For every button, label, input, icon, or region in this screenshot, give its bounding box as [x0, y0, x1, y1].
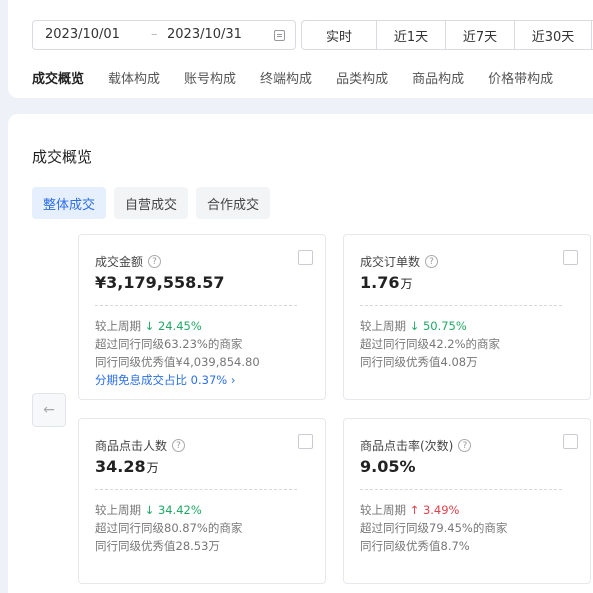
- metric-label-wrap: 成交订单数 ?: [360, 253, 439, 270]
- metric-label: 商品点击人数: [95, 439, 168, 453]
- installment-ratio-link[interactable]: 分期免息成交占比 0.37% ›: [95, 371, 260, 389]
- arrow-down-icon: ↓: [409, 319, 420, 333]
- metric-details: 较上周期 ↓ 50.75% 超过同行同级42.2%的商家 同行同级优秀值4.08…: [360, 317, 500, 371]
- tab-terminal[interactable]: 终端构成: [260, 68, 312, 87]
- metric-number: 1.76: [360, 273, 400, 292]
- help-icon[interactable]: ?: [425, 255, 439, 268]
- subtab-self-operated[interactable]: 自营成交: [114, 187, 189, 219]
- compare-label: 较上周期: [95, 503, 141, 517]
- compare-label: 较上周期: [95, 319, 141, 333]
- metric-details: 较上周期 ↓ 24.45% 超过同行同级63.23%的商家 同行同级优秀值¥4,…: [95, 317, 260, 389]
- compare-label: 较上周期: [360, 503, 406, 517]
- metric-details: 较上周期 ↑ 3.49% 超过同行同级79.45%的商家 同行同级优秀值8.7%: [360, 501, 507, 555]
- metric-card-orders: 成交订单数 ? 1.76万 较上周期 ↓ 50.75% 超过同行同级42.2%的…: [343, 234, 591, 400]
- metric-label-wrap: 商品点击率(次数) ?: [360, 437, 472, 454]
- metric-number: 9.05%: [360, 457, 416, 476]
- help-icon[interactable]: ?: [148, 255, 162, 268]
- subtab-overall[interactable]: 整体成交: [32, 187, 107, 219]
- divider: [95, 489, 297, 490]
- compare-value: 3.49%: [422, 503, 460, 517]
- range-realtime-button[interactable]: 实时: [301, 20, 377, 50]
- metric-label: 成交订单数: [360, 255, 421, 269]
- metric-number: 34.28: [95, 457, 146, 476]
- exceed-text: 超过同行同级42.2%的商家: [360, 337, 501, 351]
- range-7day-button[interactable]: 近7天: [445, 20, 515, 50]
- metric-details: 较上周期 ↓ 34.42% 超过同行同级80.87%的商家 同行同级优秀值28.…: [95, 501, 242, 555]
- metric-card-click-rate: 商品点击率(次数) ? 9.05% 较上周期 ↑ 3.49% 超过同行同级79.…: [343, 418, 591, 584]
- exceed-text: 超过同行同级79.45%的商家: [360, 521, 508, 535]
- tab-category[interactable]: 品类构成: [336, 68, 388, 87]
- metric-card-click-users: 商品点击人数 ? 34.28万 较上周期 ↓ 34.42% 超过同行同级80.8…: [78, 418, 326, 584]
- help-icon[interactable]: ?: [458, 439, 472, 452]
- excellent-text: 同行同级优秀值28.53万: [95, 539, 220, 553]
- metric-unit: 万: [400, 277, 413, 291]
- metric-value: 1.76万: [360, 273, 413, 292]
- compare-value: 24.45%: [157, 319, 202, 333]
- tab-account[interactable]: 账号构成: [184, 68, 236, 87]
- metric-checkbox[interactable]: [563, 434, 578, 449]
- metric-card-gmv: 成交金额 ? ¥3,179,558.57 较上周期 ↓ 24.45% 超过同行同…: [78, 234, 326, 400]
- tab-carrier[interactable]: 载体构成: [108, 68, 160, 87]
- compare-line: 较上周期 ↓ 24.45%: [95, 317, 260, 335]
- section-title: 成交概览: [32, 148, 93, 166]
- overview-panel: 成交概览 整体成交 自营成交 合作成交 ← 成交金额 ? ¥3,179,558.…: [8, 114, 593, 593]
- deal-type-tabs: 整体成交 自营成交 合作成交: [32, 187, 278, 219]
- arrow-left-icon: ←: [43, 402, 55, 418]
- divider: [95, 305, 297, 306]
- range-1day-button[interactable]: 近1天: [376, 20, 446, 50]
- excellent-text: 同行同级优秀值4.08万: [360, 355, 478, 369]
- date-separator: –: [151, 27, 158, 42]
- metric-value: 34.28万: [95, 457, 159, 476]
- compare-label: 较上周期: [360, 319, 406, 333]
- metric-unit: 万: [146, 461, 159, 475]
- metric-label: 成交金额: [95, 255, 144, 269]
- arrow-up-icon: ↑: [409, 503, 420, 517]
- analysis-tabs: 成交概览 载体构成 账号构成 终端构成 品类构成 商品构成 价格带构成: [32, 68, 577, 87]
- metric-label: 商品点击率(次数): [360, 439, 454, 453]
- metric-number: ¥3,179,558.57: [95, 273, 225, 292]
- excellent-text: 同行同级优秀值8.7%: [360, 539, 470, 553]
- excellent-text: 同行同级优秀值¥4,039,854.80: [95, 355, 260, 369]
- date-end[interactable]: 2023/10/31: [167, 27, 242, 42]
- metric-checkbox[interactable]: [563, 250, 578, 265]
- tab-price-band[interactable]: 价格带构成: [488, 68, 553, 87]
- calendar-icon[interactable]: [274, 30, 285, 41]
- tab-overview[interactable]: 成交概览: [32, 68, 84, 87]
- metric-value: 9.05%: [360, 457, 417, 476]
- metric-value: ¥3,179,558.57: [95, 273, 226, 292]
- metric-label-wrap: 成交金额 ?: [95, 253, 162, 270]
- divider: [360, 489, 562, 490]
- subtab-cooperative[interactable]: 合作成交: [196, 187, 271, 219]
- exceed-text: 超过同行同级63.23%的商家: [95, 337, 243, 351]
- compare-line: 较上周期 ↓ 34.42%: [95, 501, 242, 519]
- date-range-picker[interactable]: 2023/10/01 – 2023/10/31: [32, 20, 296, 50]
- help-icon[interactable]: ?: [172, 439, 186, 452]
- compare-line: 较上周期 ↓ 50.75%: [360, 317, 500, 335]
- compare-value: 34.42%: [157, 503, 202, 517]
- compare-value: 50.75%: [422, 319, 467, 333]
- prev-page-button[interactable]: ←: [32, 393, 66, 427]
- metric-label-wrap: 商品点击人数 ?: [95, 437, 186, 454]
- divider: [360, 305, 562, 306]
- metric-checkbox[interactable]: [298, 434, 313, 449]
- metric-checkbox[interactable]: [298, 250, 313, 265]
- arrow-down-icon: ↓: [144, 503, 155, 517]
- quick-range-group: 实时 近1天 近7天 近30天: [301, 20, 593, 50]
- tab-product[interactable]: 商品构成: [412, 68, 464, 87]
- date-start[interactable]: 2023/10/01: [45, 27, 120, 42]
- exceed-text: 超过同行同级80.87%的商家: [95, 521, 243, 535]
- arrow-down-icon: ↓: [144, 319, 155, 333]
- compare-line: 较上周期 ↑ 3.49%: [360, 501, 507, 519]
- range-30day-button[interactable]: 近30天: [514, 20, 592, 50]
- filter-panel: 2023/10/01 – 2023/10/31 实时 近1天 近7天 近30天 …: [8, 0, 593, 98]
